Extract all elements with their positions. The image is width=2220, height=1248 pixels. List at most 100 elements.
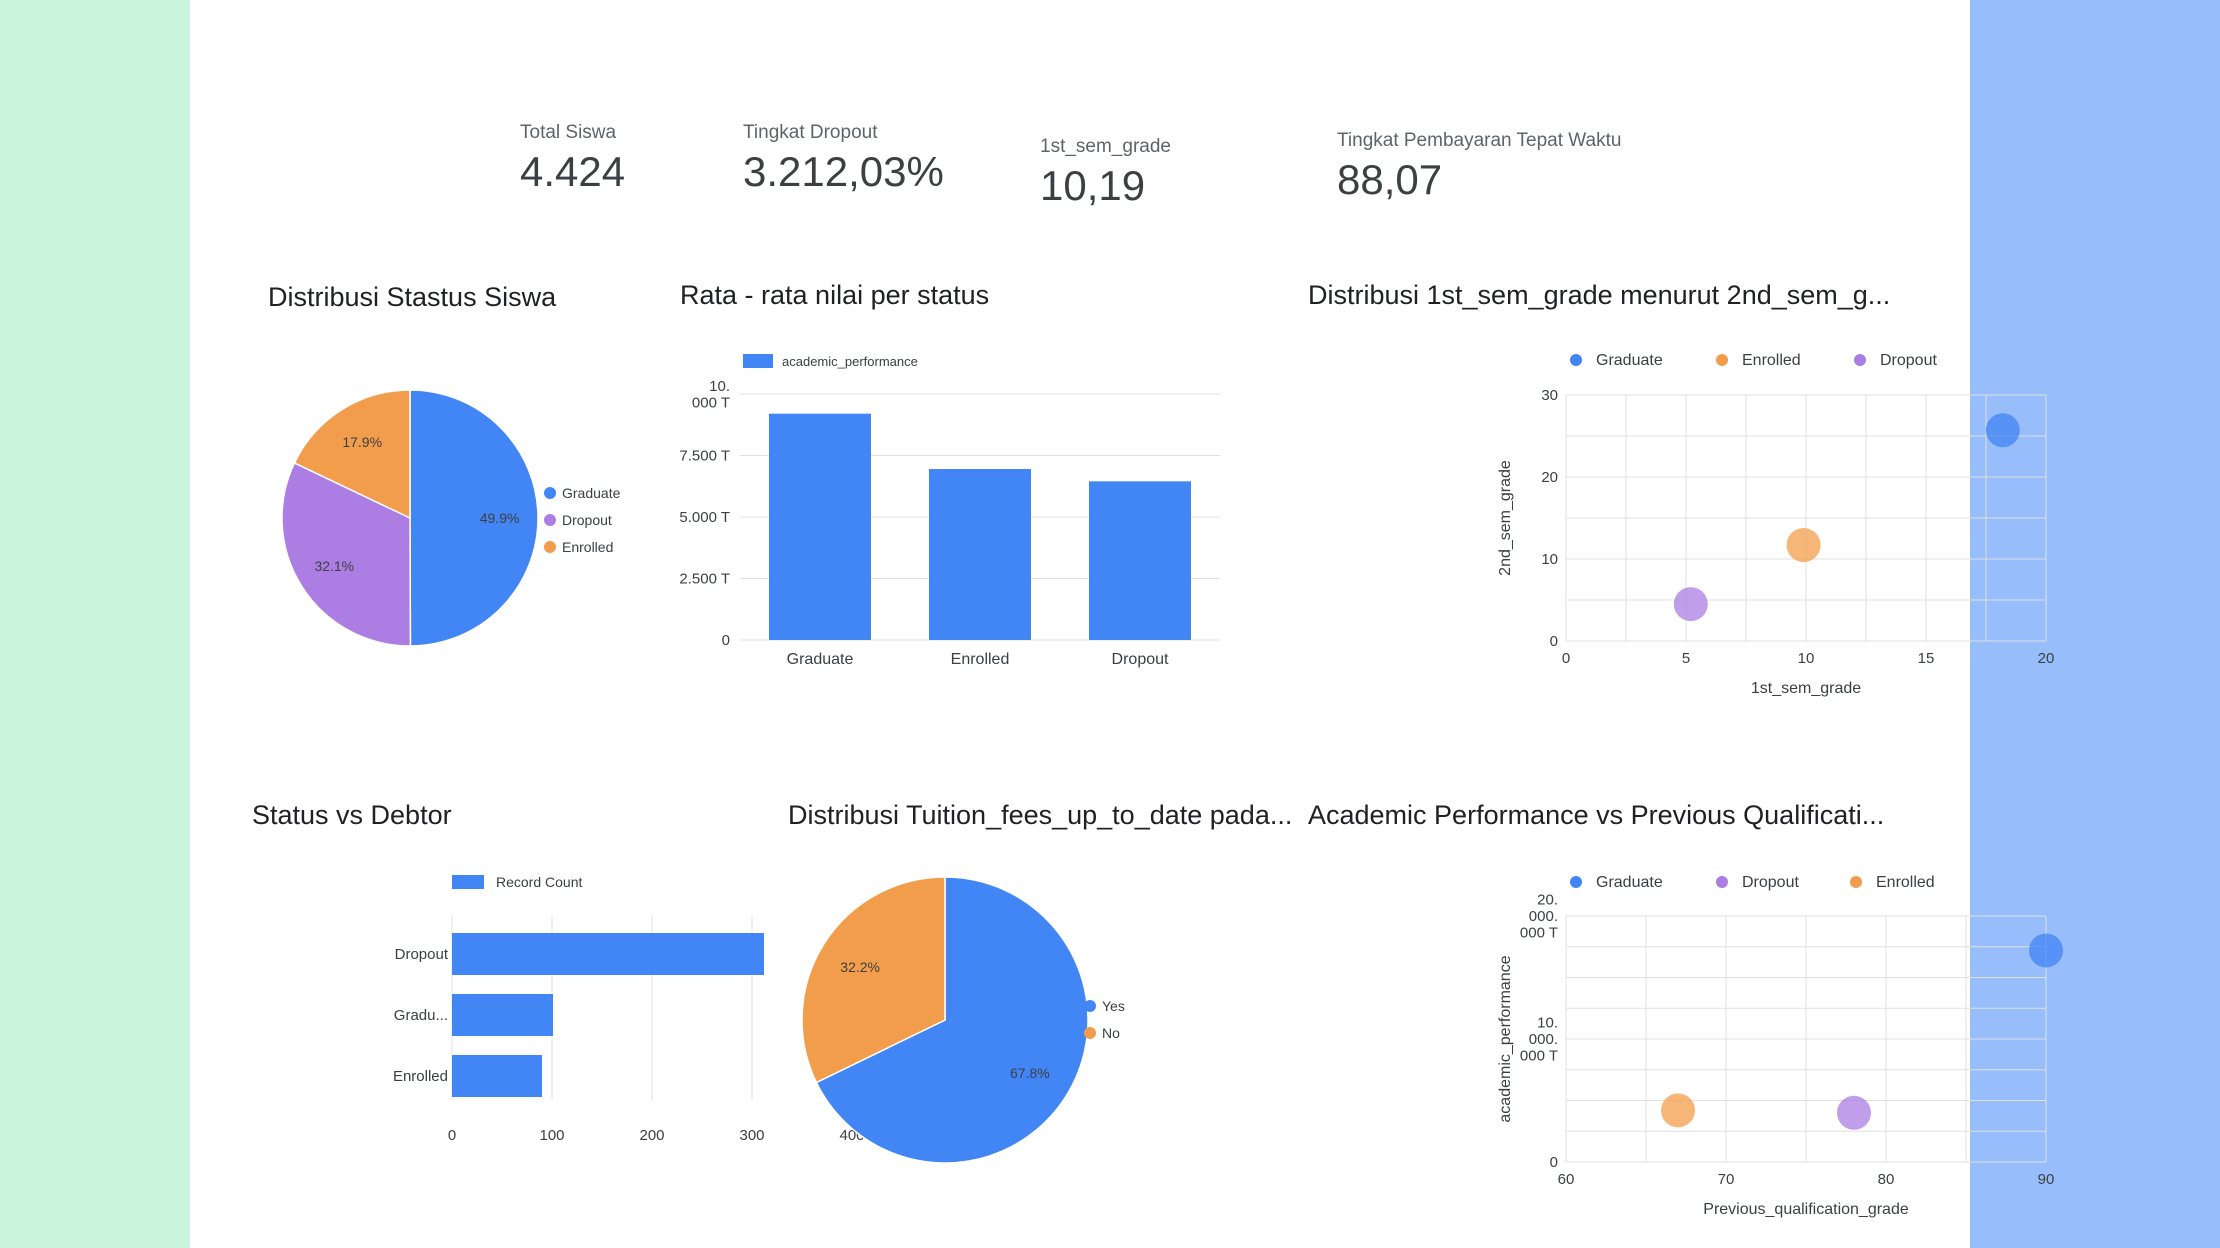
y-tick-label: 10 bbox=[1541, 551, 1558, 568]
x-tick-label: 80 bbox=[1878, 1171, 1895, 1188]
x-tick-label: Dropout bbox=[1112, 651, 1169, 668]
y-tick-label: 0 bbox=[722, 632, 730, 649]
x-tick-label: 5 bbox=[1682, 650, 1690, 667]
pie-slice-label: 32.2% bbox=[840, 959, 880, 975]
legend-marker bbox=[544, 487, 556, 499]
legend-marker bbox=[1850, 876, 1862, 888]
y-tick-label: 20 bbox=[1541, 469, 1558, 486]
y-tick-label: Enrolled bbox=[393, 1068, 448, 1085]
legend-marker bbox=[1570, 876, 1582, 888]
y-tick-label: 5.000 T bbox=[679, 509, 730, 526]
scatter-point-graduate bbox=[1985, 413, 2020, 448]
status-distribution-pie-chart: 49.9% 32.1% 17.9% Graduate Dropout Enrolled bbox=[281, 389, 621, 647]
legend-marker bbox=[1716, 354, 1728, 366]
kpi-label: Total Siswa bbox=[520, 122, 617, 143]
y-tick-label: 20. 000. 000 T bbox=[1520, 892, 1558, 942]
x-tick-label: 60 bbox=[1558, 1171, 1575, 1188]
legend-marker bbox=[1084, 1027, 1096, 1039]
legend-marker bbox=[1570, 354, 1582, 366]
x-tick-label: 200 bbox=[639, 1127, 664, 1144]
x-tick-label: 70 bbox=[1718, 1171, 1735, 1188]
bar-dropout bbox=[1089, 481, 1191, 640]
kpi-total-siswa: Total Siswa 4.424 bbox=[520, 122, 625, 196]
y-tick-label: 30 bbox=[1541, 387, 1558, 404]
x-tick-label: 20 bbox=[2038, 650, 2055, 667]
legend-label: Dropout bbox=[1742, 874, 1799, 891]
background-left bbox=[0, 0, 190, 1248]
x-tick-label: Graduate bbox=[787, 651, 854, 668]
y-tick-label: Dropout bbox=[395, 946, 449, 963]
kpi-value: 4.424 bbox=[520, 148, 626, 195]
y-tick-label: 0 bbox=[1550, 1154, 1558, 1171]
legend-marker bbox=[743, 354, 773, 368]
y-tick-label: 10. 000. 000 T bbox=[1520, 1015, 1558, 1065]
x-axis-label: Previous_qualification_grade bbox=[1703, 1201, 1909, 1218]
legend-marker bbox=[452, 875, 484, 889]
legend-marker bbox=[1084, 1000, 1096, 1012]
legend-label: Graduate bbox=[1596, 874, 1663, 891]
scatter-point-dropout bbox=[1673, 587, 1708, 622]
y-tick-label: Gradu... bbox=[394, 1007, 448, 1024]
report-canvas: Total Siswa 4.424 Tingkat Dropout 3.212,… bbox=[190, 0, 2063, 1248]
y-tick-label: 0 bbox=[1550, 633, 1558, 650]
y-tick-label: 7.500 T bbox=[679, 448, 730, 465]
kpi-value: 10,19 bbox=[1040, 162, 1146, 209]
chart-title-status-distribution: Distribusi Stastus Siswa bbox=[268, 282, 557, 312]
bar-enrolled bbox=[929, 469, 1031, 640]
pie-slice-label: 49.9% bbox=[480, 510, 520, 526]
legend-label: Graduate bbox=[1596, 352, 1663, 369]
legend-label: Dropout bbox=[562, 512, 612, 528]
kpi-label: Tingkat Pembayaran Tepat Waktu bbox=[1337, 130, 1622, 151]
legend-label: academic_performance bbox=[782, 354, 918, 369]
chart-title-grade-scatter: Distribusi 1st_sem_grade menurut 2nd_sem… bbox=[1308, 280, 1891, 310]
legend-label: No bbox=[1102, 1025, 1120, 1041]
y-tick-label: 2.500 T bbox=[679, 571, 730, 588]
chart-title-avg-score: Rata - rata nilai per status bbox=[680, 280, 990, 310]
y-axis-label: academic_performance bbox=[1497, 955, 1514, 1122]
bar-gradu bbox=[452, 994, 553, 1036]
scatter-point-graduate bbox=[2029, 933, 2063, 968]
scatter-point-enrolled bbox=[1661, 1093, 1695, 1128]
x-tick-label: 0 bbox=[1562, 650, 1570, 667]
legend-label: Graduate bbox=[562, 485, 621, 501]
legend-label: Enrolled bbox=[562, 539, 613, 555]
kpi-tingkat-pembayaran: Tingkat Pembayaran Tepat Waktu 88,07 bbox=[1337, 130, 1621, 204]
legend-label: Yes bbox=[1102, 998, 1125, 1014]
x-tick-label: 90 bbox=[2038, 1171, 2055, 1188]
x-tick-label: 0 bbox=[448, 1127, 456, 1144]
x-axis-label: 1st_sem_grade bbox=[1751, 680, 1861, 697]
legend-marker bbox=[544, 514, 556, 526]
pie-slice-label: 32.1% bbox=[314, 558, 354, 574]
legend-label: Dropout bbox=[1880, 352, 1937, 369]
legend-label: Enrolled bbox=[1742, 352, 1801, 369]
y-axis-label: 2nd_sem_grade bbox=[1497, 460, 1514, 576]
pie-slice-label: 17.9% bbox=[342, 434, 382, 450]
kpi-value: 88,07 bbox=[1337, 156, 1443, 203]
performance-scatter-chart: Graduate Dropout Enrolled 60 70 80 90 0 10. 000. 0… bbox=[1497, 874, 2063, 1218]
kpi-tingkat-dropout: Tingkat Dropout 3.212,03% bbox=[743, 122, 944, 196]
legend-marker bbox=[1716, 876, 1728, 888]
status-vs-debtor-bar-chart: Record Count0 100 200 300 400DropoutGradu...… bbox=[393, 874, 865, 1144]
chart-title-performance-scatter: Academic Performance vs Previous Qualifi… bbox=[1308, 800, 1885, 830]
x-tick-label: Enrolled bbox=[951, 651, 1010, 668]
legend-label: Record Count bbox=[496, 874, 582, 890]
kpi-label: Tingkat Dropout bbox=[743, 122, 878, 143]
bar-graduate bbox=[769, 413, 871, 640]
x-tick-label: 100 bbox=[539, 1127, 564, 1144]
x-tick-label: 15 bbox=[1918, 650, 1935, 667]
legend-marker bbox=[1854, 354, 1866, 366]
chart-title-tuition-distribution: Distribusi Tuition_fees_up_to_date pada.… bbox=[788, 800, 1293, 830]
bar-enrolled bbox=[452, 1055, 542, 1097]
pie-slice-label: 67.8% bbox=[1010, 1065, 1050, 1081]
legend-label: Enrolled bbox=[1876, 874, 1935, 891]
legend-marker bbox=[544, 541, 556, 553]
chart-title-status-vs-debtor: Status vs Debtor bbox=[252, 800, 452, 830]
scatter-point-enrolled bbox=[1786, 528, 1821, 563]
y-tick-label: 10. 000 T bbox=[692, 378, 730, 412]
kpi-value: 3.212,03% bbox=[743, 148, 944, 195]
kpi-1st-sem-grade: 1st_sem_grade 10,19 bbox=[1040, 136, 1171, 210]
scatter-point-dropout bbox=[1837, 1095, 1871, 1130]
bar-dropout bbox=[452, 933, 764, 975]
x-tick-label: 10 bbox=[1798, 650, 1815, 667]
kpi-label: 1st_sem_grade bbox=[1040, 136, 1171, 157]
